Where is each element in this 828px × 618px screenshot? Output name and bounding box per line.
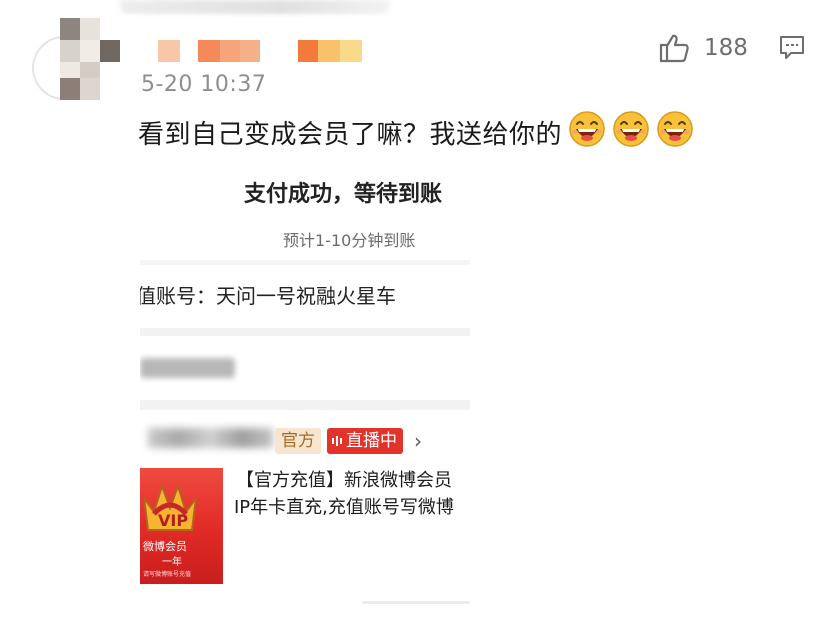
- embedded-screenshot: 支付成功，等待到账 预计1-10分钟到账 值账号：天问一号祝融火星车 官方 直播…: [140, 160, 470, 618]
- product-title[interactable]: 【官方充值】新浪微博会员 IP年卡直充,充值账号写微博: [234, 467, 470, 521]
- laughing-face-icon: [569, 111, 605, 147]
- live-bars-icon: [332, 436, 342, 446]
- live-tag-label: 直播中: [346, 431, 397, 451]
- comment-icon: [780, 36, 804, 59]
- comment-time: 5-20 10:37: [141, 72, 267, 97]
- product-image-text: 请写微博账号充值: [143, 571, 192, 578]
- divider: [140, 400, 470, 410]
- avatar[interactable]: [30, 18, 125, 103]
- like-count: 188: [704, 35, 748, 61]
- shop-name-blurred: [148, 428, 273, 448]
- divider: [140, 328, 470, 336]
- product-image-text: 微博会员: [143, 540, 187, 553]
- comment-body: 看到自己变成会员了嘛？我送给你的: [138, 110, 694, 155]
- chevron-right-icon[interactable]: ›: [414, 428, 422, 454]
- svg-text:VIP: VIP: [158, 511, 188, 530]
- laughing-face-icon: [657, 111, 693, 147]
- account-line: 值账号：天问一号祝融火星车: [140, 284, 396, 308]
- product-image-text: 一年: [162, 557, 182, 568]
- crown-icon: VIP: [143, 482, 197, 531]
- username-blurred[interactable]: [158, 40, 363, 62]
- laughing-face-icon: [613, 111, 649, 147]
- blurred-info: [140, 358, 235, 378]
- payment-success-title: 支付成功，等待到账: [244, 182, 443, 207]
- product-title-line2: IP年卡直充,充值账号写微博: [234, 497, 454, 518]
- emoji-group: [562, 110, 694, 155]
- bottom-divider: [362, 601, 470, 604]
- official-tag: 官方: [275, 428, 321, 454]
- reply-button[interactable]: [778, 34, 806, 66]
- payment-eta: 预计1-10分钟到账: [283, 231, 416, 250]
- divider: [140, 260, 470, 265]
- product-title-line1: 【官方充值】新浪微博会员: [236, 470, 452, 491]
- live-tag[interactable]: 直播中: [327, 428, 403, 454]
- thumbs-up-icon: [659, 34, 689, 63]
- comment-text: 看到自己变成会员了嘛？我送给你的: [138, 120, 563, 150]
- product-image[interactable]: VIP 微博会员 一年 请写微博账号充值: [140, 468, 223, 584]
- like-button[interactable]: 188: [658, 33, 748, 63]
- blurred-header-bar: [120, 0, 390, 14]
